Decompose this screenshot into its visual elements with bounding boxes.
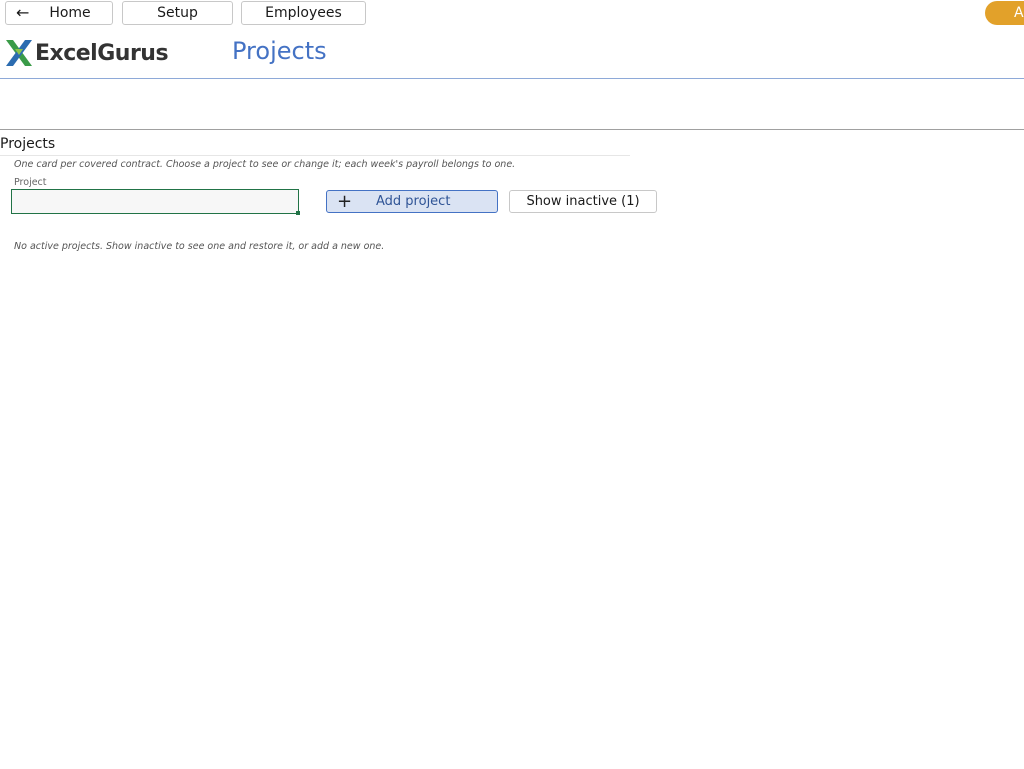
show-inactive-button[interactable]: Show inactive (1) (509, 190, 657, 213)
employees-button[interactable]: Employees (241, 1, 366, 25)
project-field-label: Project (14, 177, 47, 188)
project-input[interactable] (11, 189, 299, 214)
add-project-button[interactable]: + Add project (326, 190, 498, 213)
arrow-left-icon: ← (16, 3, 30, 22)
show-inactive-label: Show inactive (1) (526, 194, 640, 209)
projects-page: ← Home Setup Employees A ExcelGurus Proj… (0, 0, 1024, 769)
section-description: One card per covered contract. Choose a … (14, 159, 516, 170)
input-fill-handle (296, 211, 300, 215)
page-title: Projects (232, 37, 327, 65)
setup-button-label: Setup (157, 5, 198, 21)
excelgurus-x-logo-icon (6, 40, 32, 66)
setup-button[interactable]: Setup (122, 1, 233, 25)
empty-state-message: No active projects. Show inactive to see… (14, 241, 385, 252)
excelgurus-logo: ExcelGurus (5, 38, 169, 68)
user-menu-button[interactable]: A (985, 1, 1024, 25)
logo-text: ExcelGurus (35, 40, 169, 66)
section-divider (0, 129, 1024, 130)
header-divider (0, 78, 1024, 79)
employees-button-label: Employees (265, 5, 342, 21)
plus-icon: + (337, 191, 353, 212)
top-navigation: ← Home Setup Employees A (0, 0, 1024, 28)
home-button[interactable]: ← Home (5, 1, 113, 25)
home-button-label: Home (49, 5, 91, 21)
add-project-label: Add project (376, 194, 451, 209)
section-title-underline (0, 155, 630, 156)
section-title: Projects (0, 136, 56, 152)
user-initial: A (1014, 5, 1024, 21)
